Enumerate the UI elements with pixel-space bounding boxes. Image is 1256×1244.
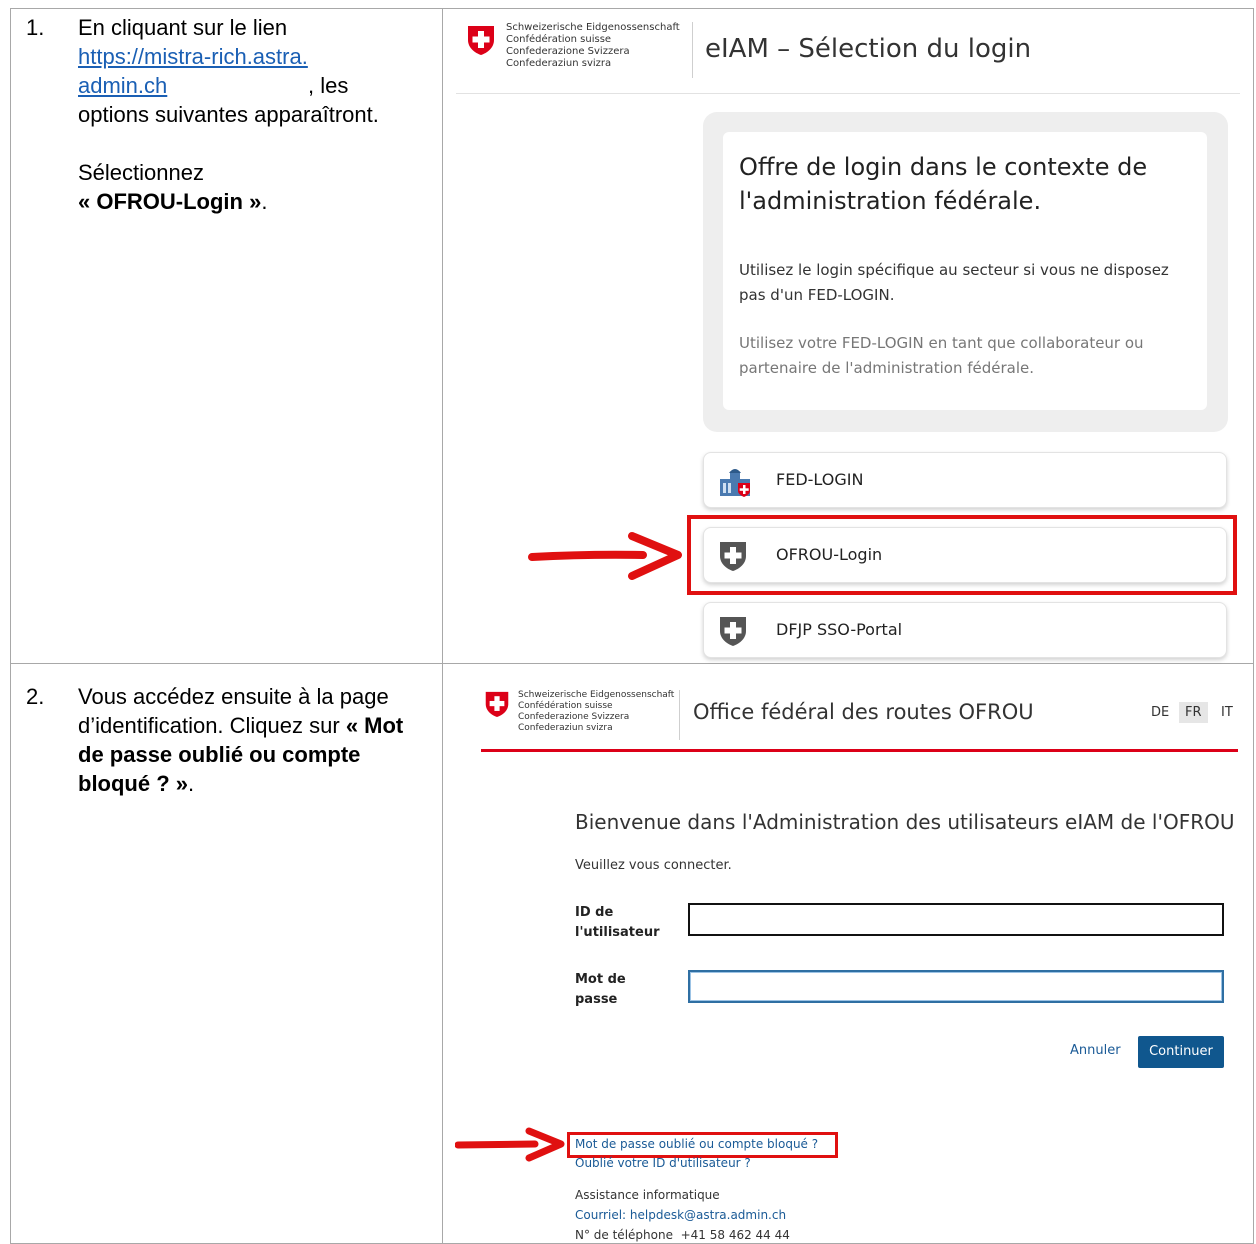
password-label: Mot de passe <box>575 972 626 1007</box>
support-phone: N° de téléphone +41 58 462 44 44 <box>575 1228 790 1242</box>
dfjp-sso-label: DFJP SSO-Portal <box>776 620 903 639</box>
mistra-link[interactable]: https://mistra-rich.astra.admin.ch <box>78 42 308 100</box>
info-card-text-1: Utilisez le login spécifique au secteur … <box>739 261 1169 304</box>
step-2-number: 2. <box>26 684 45 709</box>
swiss-coat-of-arms-icon <box>485 691 509 717</box>
forgot-id-link[interactable]: Oublié votre ID d'utilisateur ? <box>575 1156 751 1170</box>
swiss-shield-icon <box>720 617 746 646</box>
swiss-coat-of-arms-icon <box>468 26 494 55</box>
info-card-text-2: Utilisez votre FED-LOGIN en tant que col… <box>739 334 1144 377</box>
password-input[interactable] <box>688 970 1224 1003</box>
forgot-password-highlight-box <box>567 1132 838 1158</box>
pointer-arrow-icon <box>528 532 682 580</box>
header-divider <box>692 22 693 78</box>
header-divider <box>679 690 680 740</box>
federal-palace-icon <box>720 469 750 497</box>
step-1-select-prefix: Sélectionnez <box>78 160 204 185</box>
step-1-select-target: « OFROU-Login » <box>78 189 262 214</box>
step-2-suffix: . <box>188 771 195 796</box>
row-divider <box>10 663 1254 664</box>
step-2-instructions: Vous accédez ensuite à la page d’identif… <box>78 682 408 798</box>
column-divider <box>442 8 443 1244</box>
support-email-link[interactable]: Courriel: helpdesk@astra.admin.ch <box>575 1208 786 1222</box>
cancel-link[interactable]: Annuler <box>1070 1043 1121 1058</box>
office-title: Office fédéral des routes OFROU <box>693 700 1034 724</box>
header-red-rule <box>481 749 1238 752</box>
step-1-number: 1. <box>26 15 45 40</box>
pointer-arrow-icon <box>455 1127 565 1162</box>
page-title: eIAM – Sélection du login <box>705 34 1032 64</box>
lang-it[interactable]: IT <box>1215 702 1239 723</box>
fed-login-label: FED-LOGIN <box>776 470 864 489</box>
user-id-input[interactable] <box>688 903 1224 936</box>
lang-fr[interactable]: FR <box>1179 702 1208 723</box>
lang-de[interactable]: DE <box>1145 702 1175 723</box>
continue-button[interactable]: Continuer <box>1138 1036 1224 1068</box>
support-title: Assistance informatique <box>575 1188 720 1202</box>
login-prompt: Veuillez vous connecter. <box>575 858 732 873</box>
step-1-select-suffix: . <box>261 189 268 214</box>
dfjp-sso-option[interactable]: DFJP SSO-Portal <box>703 602 1227 658</box>
fed-login-option[interactable]: FED-LOGIN <box>703 452 1227 508</box>
confederation-wordmark: Schweizerische Eidgenossenschaft Confédé… <box>506 22 680 69</box>
step-1-intro: En cliquant sur le lien <box>78 15 288 40</box>
confederation-wordmark: Schweizerische Eidgenossenschaft Confédé… <box>518 690 675 733</box>
welcome-heading: Bienvenue dans l'Administration des util… <box>575 810 1235 834</box>
step-1-instructions: En cliquant sur le lien https://mistra-r… <box>78 13 408 216</box>
user-id-label: ID de l'utilisateur <box>575 905 660 940</box>
header-rule <box>456 93 1240 94</box>
step-2-text: Vous accédez ensuite à la page d’identif… <box>78 684 389 738</box>
info-card-heading: Offre de login dans le contexte de l'adm… <box>739 153 1148 215</box>
ofrou-highlight-box <box>687 515 1237 595</box>
